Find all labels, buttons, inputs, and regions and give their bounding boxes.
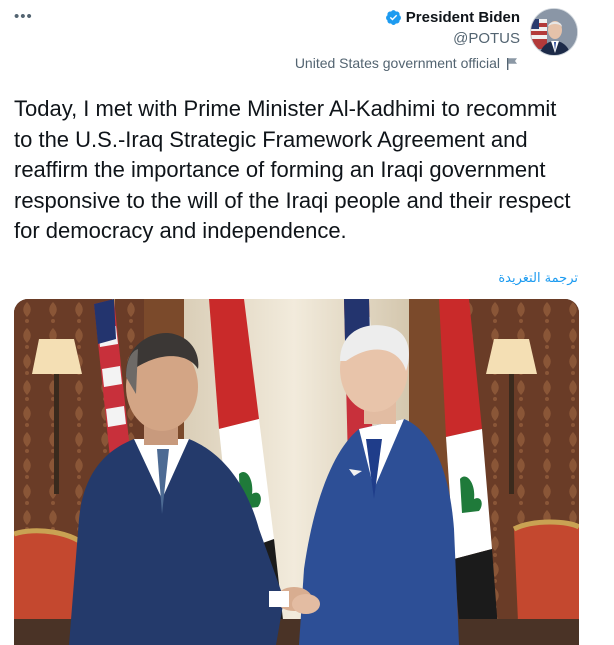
author-handle[interactable]: @POTUS xyxy=(453,30,520,47)
translate-tweet-link[interactable]: ترجمة التغريدة xyxy=(498,271,578,286)
verified-badge-icon xyxy=(385,10,401,25)
avatar[interactable] xyxy=(530,8,578,56)
tweet-text: Today, I met with Prime Minister Al-Kadh… xyxy=(14,96,571,243)
author-name-row[interactable]: President Biden xyxy=(385,9,520,26)
photo-image xyxy=(14,299,579,645)
tweet-card: ••• President Biden @POTUS United States… xyxy=(0,0,598,645)
author-display-name[interactable]: President Biden xyxy=(406,9,520,26)
avatar-image xyxy=(531,9,577,55)
tweet-photo[interactable] xyxy=(14,299,579,645)
more-options-icon[interactable]: ••• xyxy=(14,8,33,25)
government-affiliation-label[interactable]: United States government official xyxy=(295,55,518,71)
affiliation-text: United States government official xyxy=(294,55,500,71)
flag-icon xyxy=(507,57,517,70)
